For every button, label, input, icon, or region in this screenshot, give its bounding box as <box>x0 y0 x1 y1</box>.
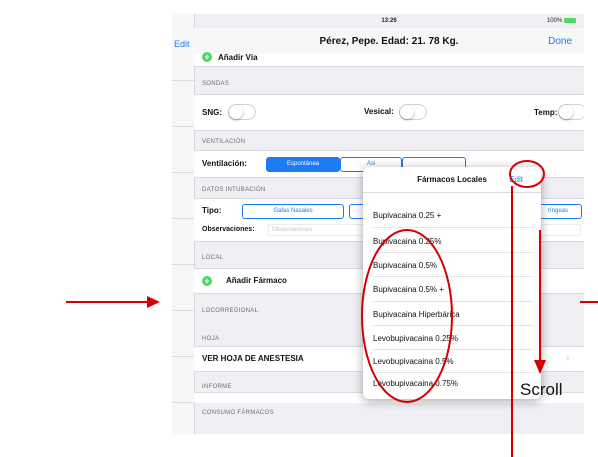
scroll-annotation-label: Scroll <box>520 380 563 399</box>
edit-highlight-ellipse <box>509 160 545 188</box>
items-highlight-ellipse <box>361 229 453 403</box>
right-pointing-arrow-icon <box>147 296 160 308</box>
down-arrow-icon <box>534 360 546 374</box>
annotation-overlay <box>66 160 598 457</box>
